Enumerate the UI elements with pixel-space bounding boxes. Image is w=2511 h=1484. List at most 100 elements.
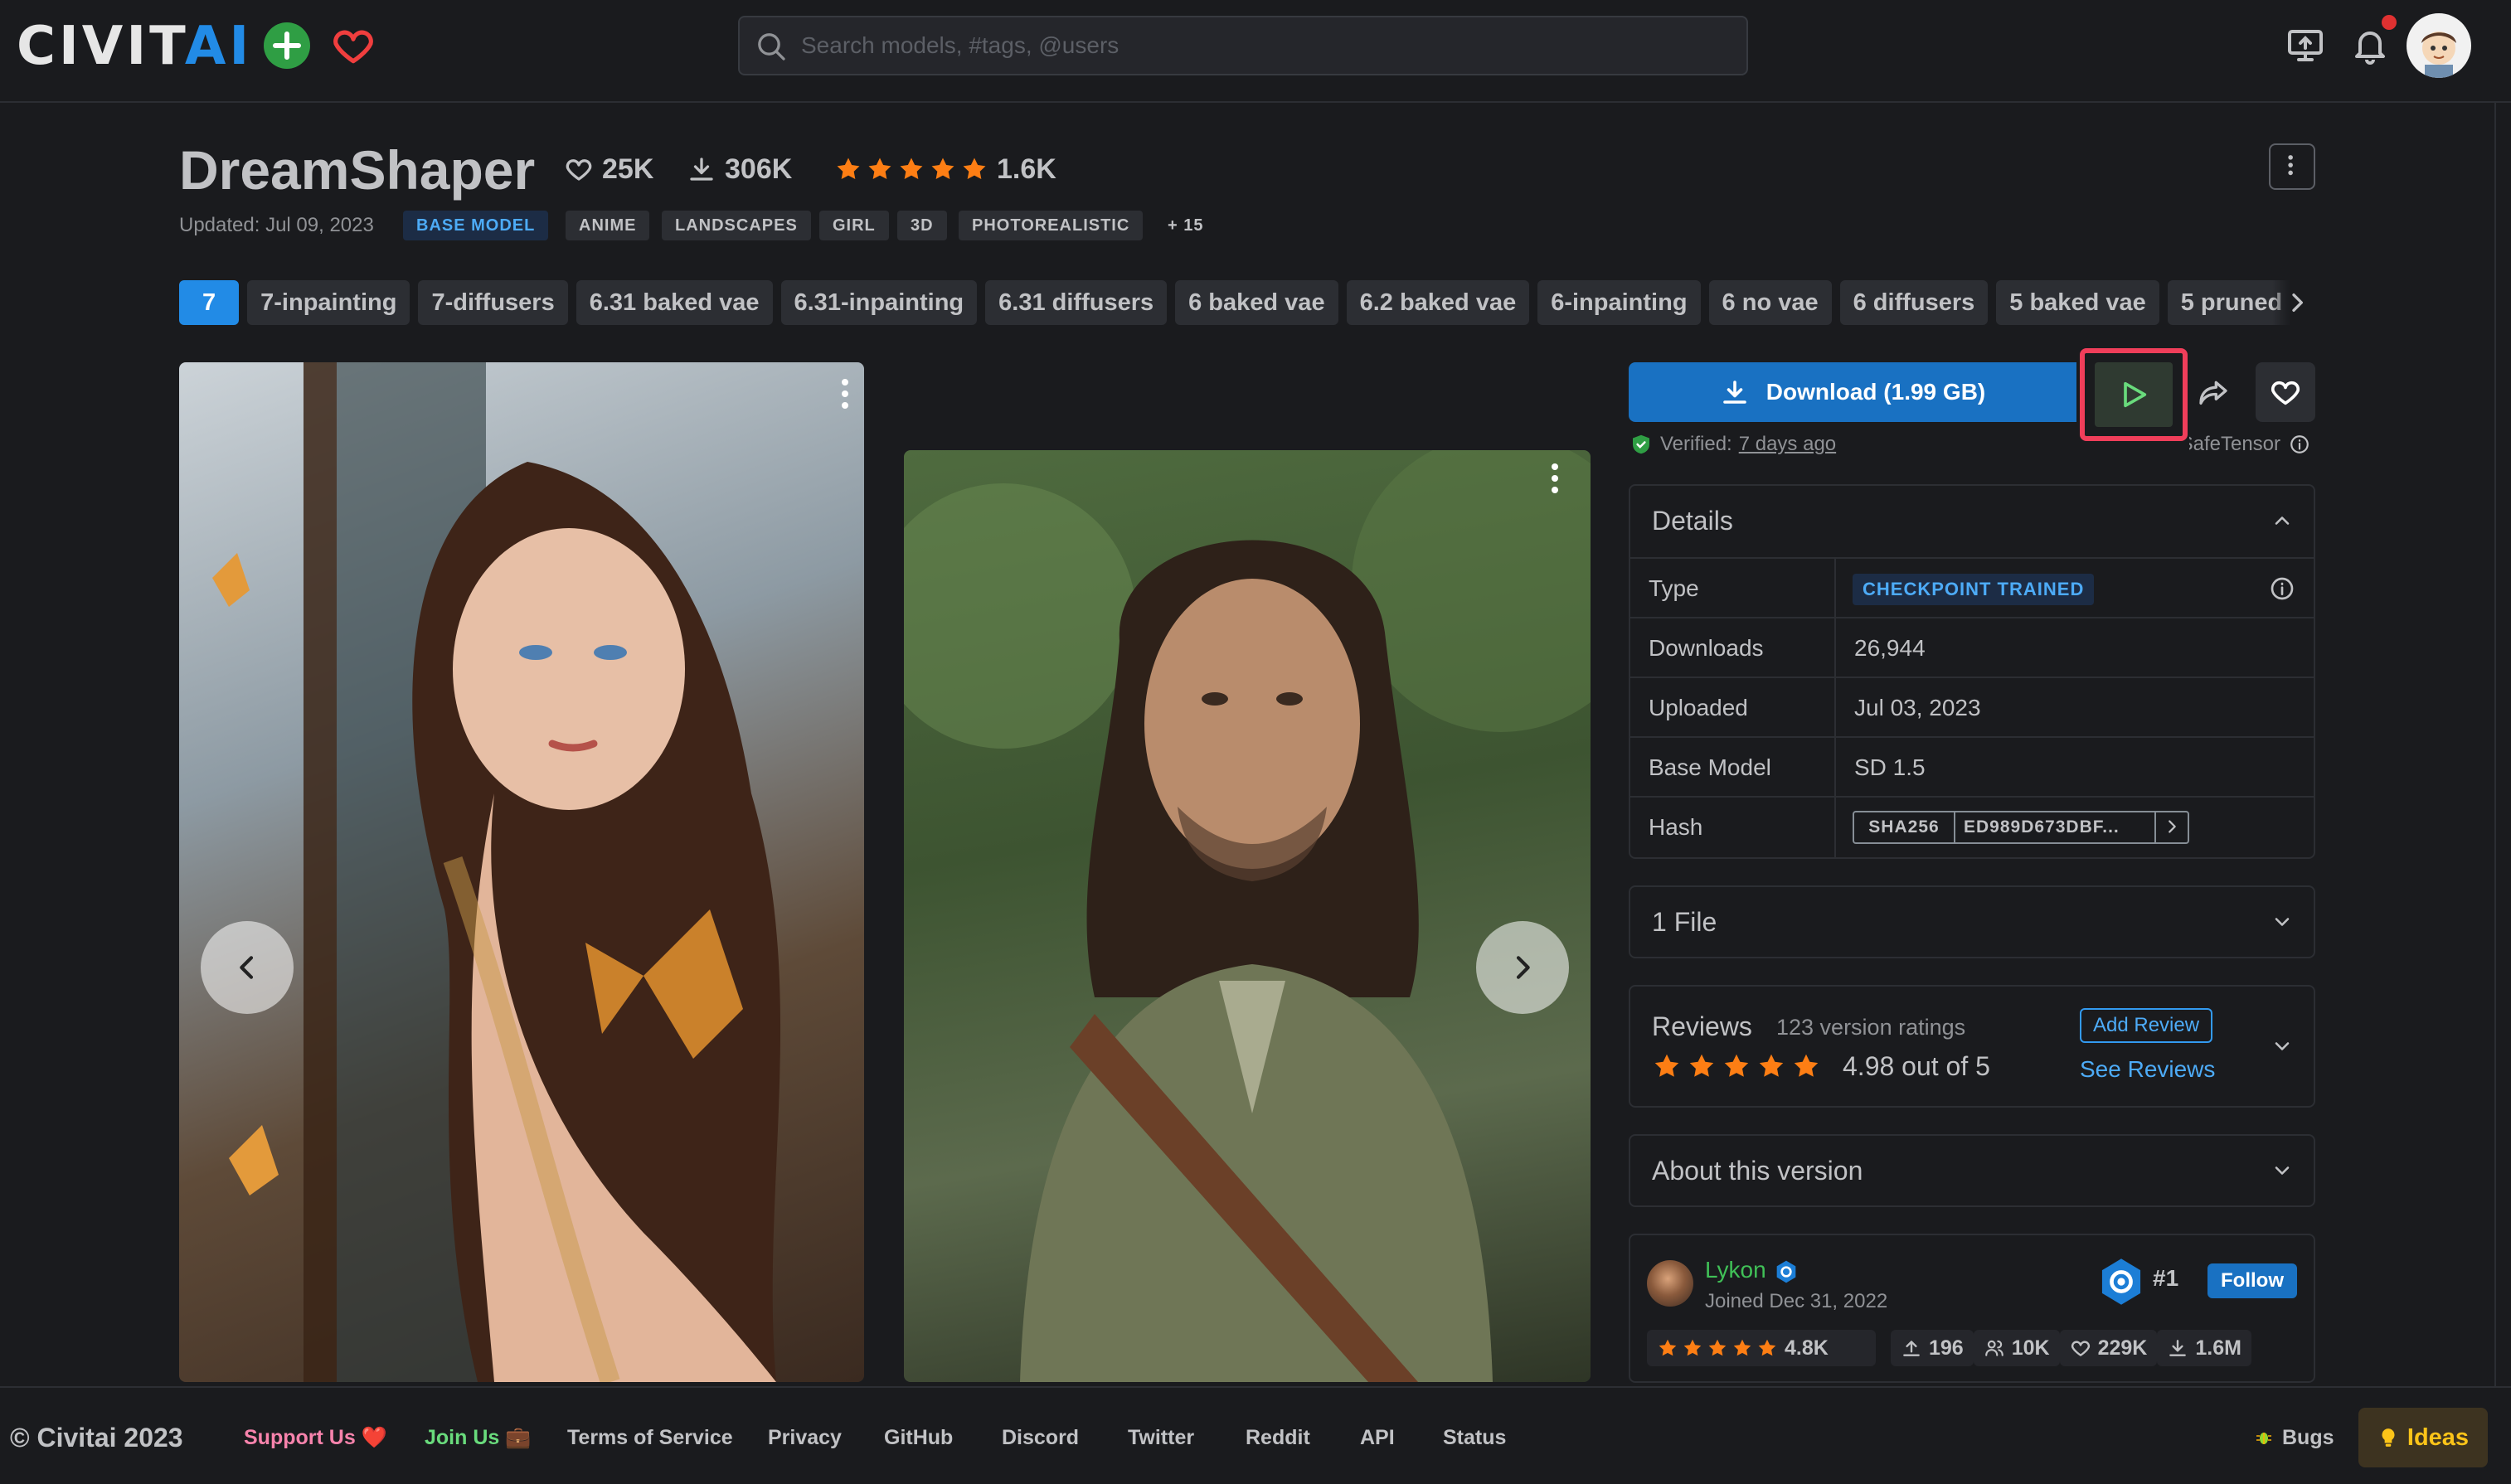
- ideas-button[interactable]: Ideas: [2358, 1408, 2488, 1467]
- star-icon: [900, 158, 923, 180]
- image-menu-dots-icon[interactable]: [833, 374, 857, 415]
- version-tab[interactable]: 6 baked vae: [1175, 280, 1338, 325]
- footer-bugs-link[interactable]: Bugs: [2254, 1421, 2334, 1454]
- version-tab[interactable]: 6.2 baked vae: [1346, 280, 1530, 325]
- share-button[interactable]: [2189, 362, 2239, 422]
- tag-landscapes[interactable]: LANDSCAPES: [662, 211, 811, 240]
- version-tab[interactable]: 7-diffusers: [418, 280, 568, 325]
- lightbulb-icon: [2382, 1428, 2395, 1447]
- info-icon[interactable]: [2289, 434, 2310, 455]
- version-tab[interactable]: 5 baked vae: [1996, 280, 2159, 325]
- creator-rank: #1: [2153, 1265, 2179, 1291]
- tag-anime[interactable]: ANIME: [566, 211, 650, 240]
- page-scrollbar[interactable]: [2494, 103, 2511, 1386]
- follow-button[interactable]: Follow: [2207, 1263, 2297, 1298]
- star-icon: [1708, 1339, 1727, 1356]
- creator-name[interactable]: Lykon: [1705, 1257, 1766, 1283]
- footer-api-link[interactable]: API: [1360, 1421, 1395, 1454]
- chevron-up-icon[interactable]: [2271, 509, 2294, 532]
- about-heading: About this version: [1652, 1156, 1863, 1186]
- more-options-button[interactable]: [2269, 143, 2315, 190]
- support-heart-icon[interactable]: [330, 22, 376, 69]
- create-plus-icon[interactable]: [264, 22, 310, 69]
- footer-join-link[interactable]: Join Us 💼: [425, 1421, 531, 1454]
- run-model-button[interactable]: [2095, 362, 2173, 427]
- model-title: DreamShaper: [179, 139, 536, 201]
- creator-stats: 4.8K 196 10K 229K 1.6M: [1647, 1330, 2251, 1366]
- footer-status-link[interactable]: Status: [1443, 1421, 1506, 1454]
- creator-downloads: 1.6M: [2195, 1336, 2241, 1360]
- type-badge: CHECKPOINT TRAINED: [1853, 574, 2095, 605]
- tag-base-model[interactable]: BASE MODEL: [403, 211, 549, 240]
- details-panel: Details Type CHECKPOINT TRAINED Download…: [1629, 484, 2315, 859]
- star-icon: [1659, 1339, 1677, 1356]
- version-tab[interactable]: 6 diffusers: [1839, 280, 1989, 325]
- tag-3d[interactable]: 3D: [897, 211, 947, 240]
- download-label: Download (1.99 GB): [1765, 379, 1986, 405]
- version-tab[interactable]: 7-inpainting: [247, 280, 410, 325]
- version-tab[interactable]: 6.31 baked vae: [576, 280, 773, 325]
- footer-twitter-link[interactable]: Twitter: [1128, 1421, 1194, 1454]
- detail-row-type: Type CHECKPOINT TRAINED: [1630, 557, 2314, 618]
- chevron-left-icon: [240, 956, 254, 979]
- preview-image-fantasy-woman[interactable]: [179, 362, 864, 1382]
- preview-image-medieval-man[interactable]: [904, 450, 1591, 1382]
- version-tab[interactable]: 6-inpainting: [1537, 280, 1701, 325]
- verified-when-link[interactable]: 7 days ago: [1739, 433, 1836, 456]
- chevron-right-icon: [2292, 293, 2303, 312]
- run-model-button-highlighted[interactable]: [2080, 348, 2188, 441]
- hash-value[interactable]: ED989D673DBF...: [1955, 812, 2154, 842]
- verified-prefix: Verified:: [1660, 433, 1732, 455]
- search-box[interactable]: [738, 16, 1748, 75]
- image-menu-dots-icon[interactable]: [1542, 458, 1567, 500]
- monitor-upload-icon[interactable]: [2285, 25, 2325, 65]
- details-heading[interactable]: Details: [1652, 506, 1733, 536]
- version-tab[interactable]: 7: [179, 280, 240, 325]
- download-button[interactable]: Download (1.99 GB): [1629, 362, 2076, 422]
- carousel-prev-button[interactable]: [201, 921, 294, 1014]
- creator-likes-stat: 229K: [2059, 1330, 2158, 1366]
- detail-row-hash: Hash SHA256 ED989D673DBF...: [1630, 796, 2314, 857]
- version-tab[interactable]: 6.31-inpainting: [780, 280, 978, 325]
- footer-terms-link[interactable]: Terms of Service: [567, 1421, 733, 1454]
- shield-check-icon: [1633, 434, 1649, 454]
- version-tabs: 7 7-inpainting 7-diffusers 6.31 baked vae 6.…: [179, 280, 2309, 325]
- tag-more[interactable]: + 15: [1154, 211, 1217, 240]
- detail-value-cell: CHECKPOINT TRAINED: [1834, 559, 2312, 618]
- hash-copy-box[interactable]: SHA256 ED989D673DBF...: [1853, 811, 2189, 844]
- notifications-bell-icon[interactable]: [2350, 25, 2390, 65]
- info-icon[interactable]: [2269, 575, 2295, 602]
- downloads-stat: 306K: [687, 149, 792, 189]
- rating-stat[interactable]: 1.6K: [834, 149, 1056, 189]
- tag-photorealistic[interactable]: PHOTOREALISTIC: [959, 211, 1144, 240]
- updated-date: Updated: Jul 09, 2023: [179, 214, 374, 236]
- search-input[interactable]: [799, 17, 1736, 74]
- star-icon: [931, 158, 954, 180]
- tag-girl[interactable]: GIRL: [819, 211, 889, 240]
- chevron-down-icon[interactable]: [2271, 1035, 2294, 1058]
- add-review-button[interactable]: Add Review: [2080, 1008, 2213, 1043]
- files-panel[interactable]: 1 File: [1629, 885, 2315, 958]
- hash-next-button[interactable]: [2154, 812, 2188, 842]
- chevron-right-icon: [2169, 820, 2176, 833]
- hash-type[interactable]: SHA256: [1854, 812, 1955, 842]
- creator-avatar[interactable]: [1647, 1260, 1693, 1307]
- version-tab[interactable]: 6.31 diffusers: [985, 280, 1168, 325]
- version-tab[interactable]: 6 no vae: [1708, 280, 1832, 325]
- likes-stat[interactable]: 25K: [564, 149, 653, 189]
- footer-discord-link[interactable]: Discord: [1002, 1421, 1079, 1454]
- civitai-logo[interactable]: CIVITAI: [17, 20, 252, 73]
- carousel-next-button[interactable]: [1476, 921, 1569, 1014]
- footer-reddit-link[interactable]: Reddit: [1246, 1421, 1310, 1454]
- footer-support-link[interactable]: Support Us ❤️: [244, 1421, 387, 1454]
- footer-github-link[interactable]: GitHub: [884, 1421, 953, 1454]
- footer: © Civitai 2023 Support Us ❤️ Join Us 💼 T…: [0, 1386, 2511, 1484]
- favorite-button[interactable]: [2256, 362, 2315, 422]
- files-heading: 1 File: [1652, 907, 1717, 937]
- version-tabs-next[interactable]: [2272, 280, 2314, 325]
- about-version-panel[interactable]: About this version: [1629, 1134, 2315, 1207]
- star-icon: [963, 158, 986, 180]
- user-avatar[interactable]: [2407, 13, 2471, 78]
- footer-privacy-link[interactable]: Privacy: [768, 1421, 842, 1454]
- see-reviews-link[interactable]: See Reviews: [2080, 1056, 2215, 1083]
